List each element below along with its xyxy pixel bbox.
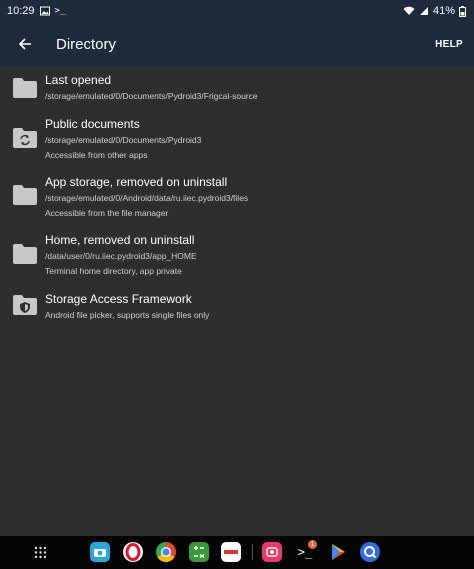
search-q-icon bbox=[364, 546, 377, 559]
play-logo-icon bbox=[332, 544, 345, 560]
dock-divider bbox=[252, 544, 253, 560]
battery-icon bbox=[459, 5, 466, 17]
signal-icon bbox=[419, 7, 428, 15]
folder-shield-icon bbox=[13, 295, 37, 315]
directory-item-path: /data/user/0/ru.iiec.pydroid3/app_HOME bbox=[45, 251, 197, 261]
help-button[interactable]: HELP bbox=[435, 39, 463, 50]
back-button[interactable] bbox=[1, 22, 49, 66]
opera-logo-icon bbox=[125, 543, 141, 561]
directory-item-public-documents[interactable]: Public documents /storage/emulated/0/Doc… bbox=[0, 112, 474, 168]
calculator-icon bbox=[194, 546, 205, 559]
wifi-icon bbox=[403, 6, 415, 15]
directory-item-title: Last opened bbox=[45, 73, 112, 87]
folder-icon bbox=[13, 244, 37, 264]
folder-icon bbox=[13, 185, 37, 205]
directory-item-home[interactable]: Home, removed on uninstall /data/user/0/… bbox=[0, 226, 474, 284]
record-icon bbox=[266, 547, 278, 557]
directory-item-title: Home, removed on uninstall bbox=[45, 233, 195, 247]
arrow-back-icon bbox=[18, 38, 31, 50]
chrome-logo-icon bbox=[161, 547, 171, 557]
status-time: 10:29 bbox=[7, 5, 35, 17]
calculator-app-icon[interactable] bbox=[189, 542, 209, 562]
directory-item-description: Android file picker, supports single fil… bbox=[45, 310, 210, 320]
app-drawer-icon[interactable] bbox=[34, 546, 47, 559]
status-bar: 10:29 >_ 41% bbox=[0, 0, 474, 22]
terminal-notification-icon: >_ bbox=[54, 6, 66, 16]
directory-item-last-opened[interactable]: Last opened /storage/emulated/0/Document… bbox=[0, 66, 474, 112]
directory-item-title: Public documents bbox=[45, 117, 140, 131]
adobe-app-icon[interactable] bbox=[221, 542, 241, 562]
directory-item-description: Accessible from the file manager bbox=[45, 208, 169, 218]
search-app-icon[interactable] bbox=[360, 542, 380, 562]
directory-item-app-storage[interactable]: App storage, removed on uninstall /stora… bbox=[0, 168, 474, 226]
folder-sync-icon bbox=[13, 128, 37, 148]
directory-item-description: Terminal home directory, app private bbox=[45, 266, 182, 276]
directory-item-path: /storage/emulated/0/Documents/Pydroid3/F… bbox=[45, 91, 258, 101]
directory-item-path: /storage/emulated/0/Documents/Pydroid3 bbox=[45, 135, 202, 145]
battery-percent: 41% bbox=[432, 5, 455, 17]
directory-item-path: /storage/emulated/0/Android/data/ru.iiec… bbox=[45, 193, 249, 203]
opera-browser-icon[interactable] bbox=[123, 542, 143, 562]
folder-icon bbox=[13, 78, 37, 98]
camera-app-icon[interactable] bbox=[90, 542, 110, 562]
gallery-notification-icon bbox=[39, 6, 50, 16]
screen-recorder-icon[interactable] bbox=[262, 542, 282, 562]
directory-item-storage-access-framework[interactable]: Storage Access Framework Android file pi… bbox=[0, 284, 474, 330]
page-title: Directory bbox=[56, 35, 117, 53]
directory-item-title: App storage, removed on uninstall bbox=[45, 175, 228, 189]
chrome-browser-icon[interactable] bbox=[156, 542, 176, 562]
notification-badge: 1 bbox=[308, 540, 317, 549]
app-bar: Directory HELP bbox=[0, 22, 474, 66]
play-store-icon[interactable] bbox=[328, 542, 348, 562]
directory-item-description: Accessible from other apps bbox=[45, 150, 148, 160]
directory-item-title: Storage Access Framework bbox=[45, 292, 192, 306]
camera-icon bbox=[94, 549, 106, 557]
adobe-logo-icon bbox=[224, 550, 238, 554]
